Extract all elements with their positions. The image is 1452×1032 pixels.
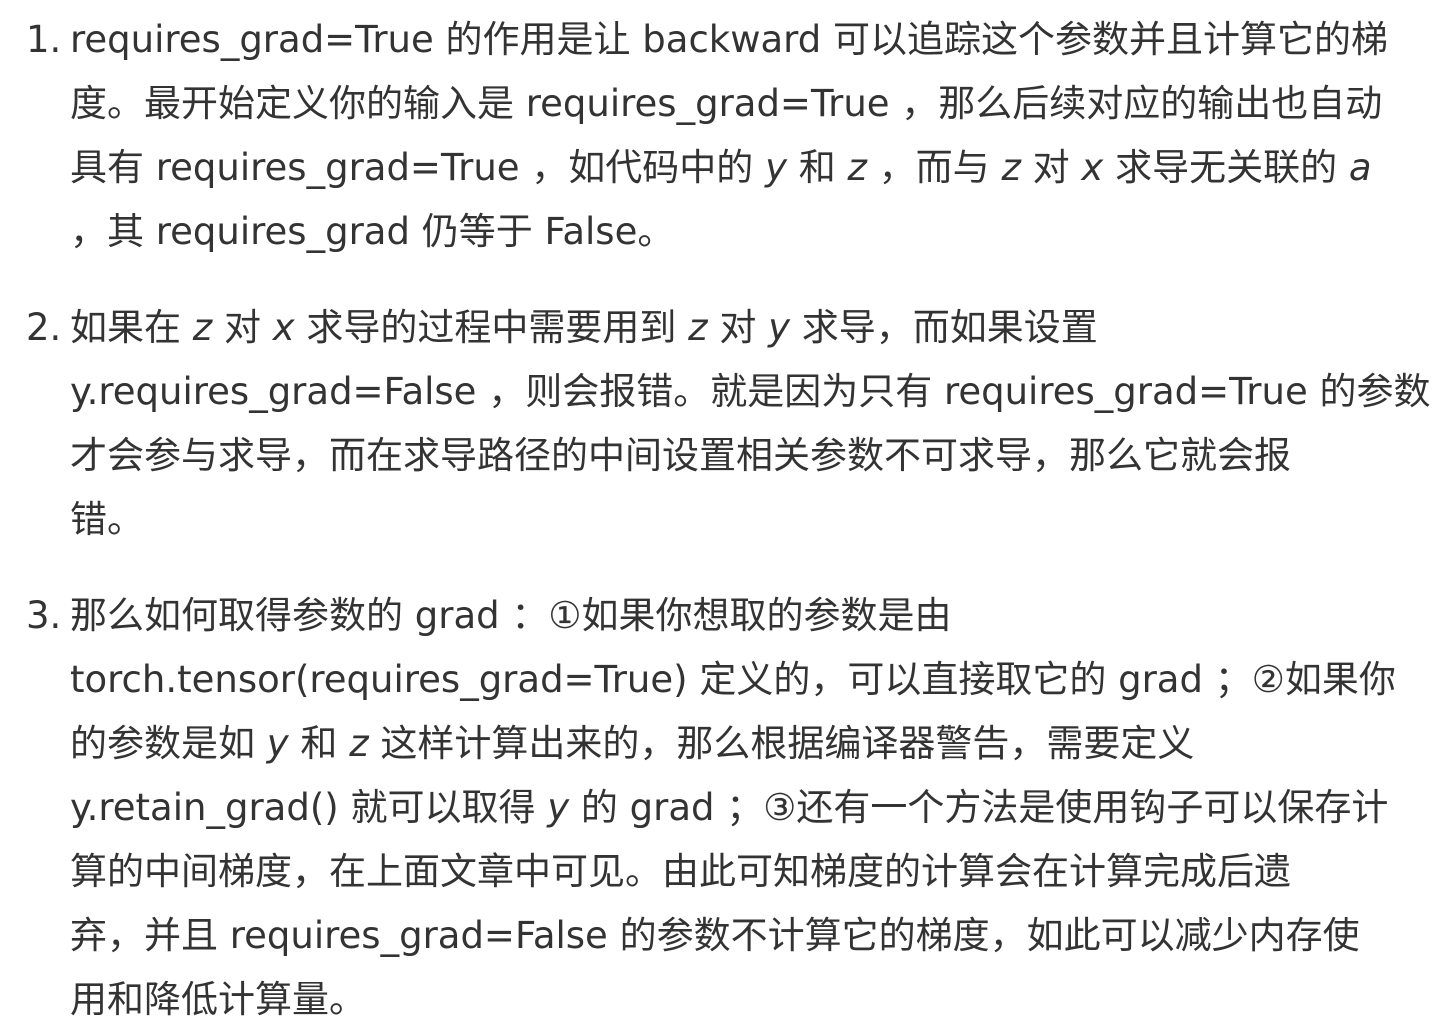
text-line: requires_grad=True 的作用是让 backward 可以追踪这个… <box>70 8 1436 72</box>
text-segment: 错。 <box>70 498 144 541</box>
text-segment: ，而与 <box>866 146 1002 189</box>
list-item: 3. 那么如何取得参数的 grad ：①如果你想取的参数是由 torch.tens… <box>26 584 1436 1032</box>
list-item-number: 3. <box>26 594 62 637</box>
text-line: 算的中间梯度，在上面文章中可见。由此可知梯度的计算会在计算完成后遗 <box>70 840 1436 904</box>
text-segment: 那么如何取得参数的 grad ：①如果你想取的参数是由 <box>70 594 952 637</box>
text-segment: y.requires_grad=False ，则会报错。就是因为只有 requi… <box>70 370 1431 413</box>
list-item: 1. requires_grad=True 的作用是让 backward 可以追… <box>26 8 1436 264</box>
list-item-text: 那么如何取得参数的 grad ：①如果你想取的参数是由 torch.tensor(… <box>70 584 1436 1032</box>
math-variable: z <box>349 722 369 765</box>
text-segment: 具有 requires_grad=True ，如代码中的 <box>70 146 766 189</box>
text-line: torch.tensor(requires_grad=True) 定义的，可以直… <box>70 648 1436 712</box>
text-segment: 这样计算出来的，那么根据编译器警告，需要定义 <box>368 722 1195 765</box>
text-segment: ，其 requires_grad 仍等于 False。 <box>70 210 675 253</box>
math-variable: a <box>1348 146 1372 189</box>
text-segment: 度。最开始定义你的输入是 requires_grad=True ，那么后续对应的… <box>70 82 1383 125</box>
text-segment: 算的中间梯度，在上面文章中可见。由此可知梯度的计算会在计算完成后遗 <box>70 850 1291 893</box>
list-item-text: requires_grad=True 的作用是让 backward 可以追踪这个… <box>70 8 1436 264</box>
list-item-number: 2. <box>26 306 62 349</box>
math-variable: y <box>768 306 791 349</box>
list-item-number: 1. <box>26 18 62 61</box>
text-line: 弃，并且 requires_grad=False 的参数不计算它的梯度，如此可以… <box>70 904 1436 968</box>
text-line: 才会参与求导，而在求导路径的中间设置相关参数不可求导，那么它就会报 <box>70 424 1436 488</box>
text-segment: 求导，而如果设置 <box>790 306 1098 349</box>
math-variable: z <box>688 306 708 349</box>
text-segment: 如果在 <box>70 306 193 349</box>
list-item-text: 如果在 z 对 x 求导的过程中需要用到 z 对 y 求导，而如果设置 y.req… <box>70 296 1436 552</box>
math-variable: x <box>272 306 295 349</box>
text-line: 用和降低计算量。 <box>70 968 1436 1032</box>
text-segment: torch.tensor(requires_grad=True) 定义的，可以直… <box>70 658 1396 701</box>
math-variable: x <box>1081 146 1104 189</box>
math-variable: z <box>1001 146 1021 189</box>
text-line: 的参数是如 y 和 z 这样计算出来的，那么根据编译器警告，需要定义 <box>70 712 1436 776</box>
text-line: y.retain_grad() 就可以取得 y 的 grad ；③还有一个方法是… <box>70 776 1436 840</box>
text-segment: 和 <box>288 722 350 765</box>
math-variable: z <box>192 306 213 349</box>
text-line: 具有 requires_grad=True ，如代码中的 y 和 z ，而与 z… <box>70 136 1436 200</box>
text-segment: 求导的过程中需要用到 <box>294 306 689 349</box>
text-line: y.requires_grad=False ，则会报错。就是因为只有 requi… <box>70 360 1436 424</box>
text-segment: 的 grad ；③还有一个方法是使用钩子可以保存计 <box>569 786 1389 829</box>
text-segment: 用和降低计算量。 <box>70 978 366 1021</box>
math-variable: y <box>547 786 570 829</box>
list-item: 2. 如果在 z 对 x 求导的过程中需要用到 z 对 y 求导，而如果设置 y.… <box>26 296 1436 552</box>
math-variable: y <box>266 722 289 765</box>
document-body: 1. requires_grad=True 的作用是让 backward 可以追… <box>0 0 1452 1032</box>
text-segment: 对 <box>707 306 769 349</box>
text-segment: 才会参与求导，而在求导路径的中间设置相关参数不可求导，那么它就会报 <box>70 434 1291 477</box>
text-segment: y.retain_grad() 就可以取得 <box>70 786 548 829</box>
text-segment: 对 <box>1020 146 1082 189</box>
text-segment: 对 <box>212 306 273 349</box>
text-line: 错。 <box>70 488 1436 552</box>
text-line: 那么如何取得参数的 grad ：①如果你想取的参数是由 <box>70 584 1436 648</box>
math-variable: y <box>765 146 787 189</box>
text-line: 度。最开始定义你的输入是 requires_grad=True ，那么后续对应的… <box>70 72 1436 136</box>
text-segment: 弃，并且 requires_grad=False 的参数不计算它的梯度，如此可以… <box>70 914 1360 957</box>
text-segment: 和 <box>786 146 848 189</box>
text-line: ，其 requires_grad 仍等于 False。 <box>70 200 1436 264</box>
text-segment: 求导无关联的 <box>1103 146 1349 189</box>
math-variable: z <box>847 146 867 189</box>
text-line: 如果在 z 对 x 求导的过程中需要用到 z 对 y 求导，而如果设置 <box>70 296 1436 360</box>
text-segment: 的参数是如 <box>70 722 267 765</box>
text-segment: requires_grad=True 的作用是让 backward 可以追踪这个… <box>70 18 1388 61</box>
